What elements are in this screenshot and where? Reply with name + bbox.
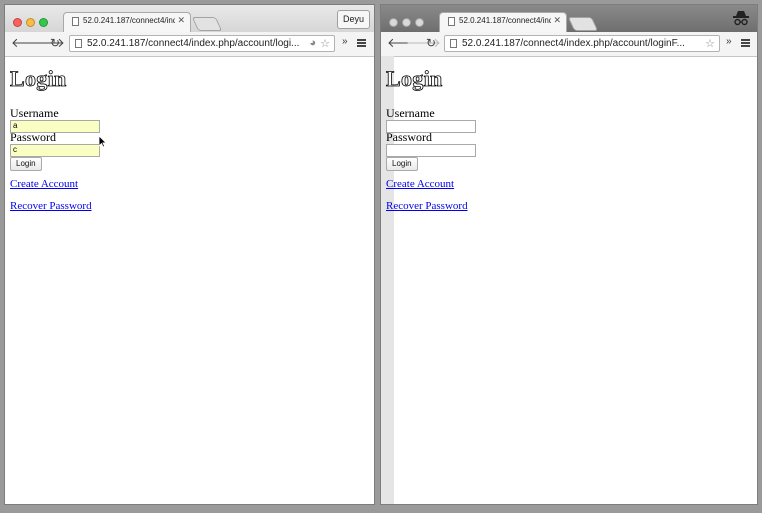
browser-window-left: 52.0.241.187/connect4/ind ✕ Deyu 🡐 🡒 ↻ 5… [4, 4, 375, 505]
recover-password-link[interactable]: Recover Password [10, 200, 92, 212]
page-title: Login [10, 66, 67, 92]
star-icon[interactable]: ☆ [705, 37, 715, 50]
browser-toolbar: 🡐 🡒 ↻ 52.0.241.187/connect4/index.php/ac… [5, 32, 374, 57]
reload-icon[interactable]: ↻ [426, 36, 436, 50]
password-field[interactable] [386, 144, 476, 157]
star-icon[interactable]: ☆ [320, 37, 330, 50]
browser-toolbar: 🡐 🡒 ↻ 52.0.241.187/connect4/index.php/ac… [381, 32, 757, 57]
page-icon [72, 17, 79, 26]
chevron-double-right-icon[interactable]: » [726, 36, 732, 47]
zoom-window-button[interactable] [415, 18, 424, 27]
zoom-window-button[interactable] [39, 18, 48, 27]
incognito-icon [733, 11, 749, 26]
close-icon[interactable]: ✕ [553, 15, 561, 26]
page-icon [448, 17, 455, 26]
page-title: Login [386, 66, 443, 92]
login-button[interactable]: Login [386, 157, 418, 171]
reddit-extension-icon[interactable]: ◕ [309, 37, 316, 49]
username-label: Username [10, 106, 59, 120]
tab-strip: 52.0.241.187/connect4/ind ✕ [381, 5, 757, 32]
new-tab-button[interactable] [191, 17, 223, 31]
hamburger-menu-icon[interactable] [741, 39, 750, 47]
minimize-window-button[interactable] [402, 18, 411, 27]
new-tab-button[interactable] [567, 17, 599, 31]
create-account-link[interactable]: Create Account [386, 178, 454, 190]
tab-title: 52.0.241.187/connect4/ind [459, 16, 551, 25]
traffic-lights [13, 14, 52, 32]
tab-strip: 52.0.241.187/connect4/ind ✕ Deyu [5, 5, 374, 32]
profile-button[interactable]: Deyu [336, 10, 370, 29]
page-content: Login Username Password Login Create Acc… [381, 56, 757, 504]
browser-tab[interactable]: 52.0.241.187/connect4/ind ✕ [63, 12, 191, 32]
login-button[interactable]: Login [10, 157, 42, 171]
browser-tab[interactable]: 52.0.241.187/connect4/ind ✕ [439, 12, 567, 32]
close-icon[interactable]: ✕ [177, 15, 185, 26]
hamburger-menu-icon[interactable] [357, 39, 366, 47]
reload-icon[interactable]: ↻ [50, 36, 60, 50]
mouse-pointer-icon [99, 136, 107, 148]
url-text: 52.0.241.187/connect4/index.php/account/… [87, 38, 300, 49]
page-icon [450, 39, 457, 48]
username-label: Username [386, 106, 435, 120]
page-icon [75, 39, 82, 48]
create-account-link[interactable]: Create Account [10, 178, 78, 190]
chevron-double-right-icon[interactable]: » [342, 36, 348, 47]
password-label: Password [386, 130, 433, 144]
password-label: Password [10, 130, 57, 144]
address-bar[interactable]: 52.0.241.187/connect4/index.php/account/… [69, 35, 335, 52]
page-content: Login Username a Password c Login Create… [5, 56, 374, 504]
url-text: 52.0.241.187/connect4/index.php/account/… [462, 38, 685, 49]
browser-window-right: 52.0.241.187/connect4/ind ✕ 🡐 🡒 ↻ 52.0.2… [380, 4, 758, 505]
address-bar[interactable]: 52.0.241.187/connect4/index.php/account/… [444, 35, 720, 52]
password-field[interactable]: c [10, 144, 100, 157]
close-window-button[interactable] [389, 18, 398, 27]
traffic-lights [389, 14, 428, 32]
tab-title: 52.0.241.187/connect4/ind [83, 16, 175, 25]
minimize-window-button[interactable] [26, 18, 35, 27]
recover-password-link[interactable]: Recover Password [386, 200, 468, 212]
close-window-button[interactable] [13, 18, 22, 27]
